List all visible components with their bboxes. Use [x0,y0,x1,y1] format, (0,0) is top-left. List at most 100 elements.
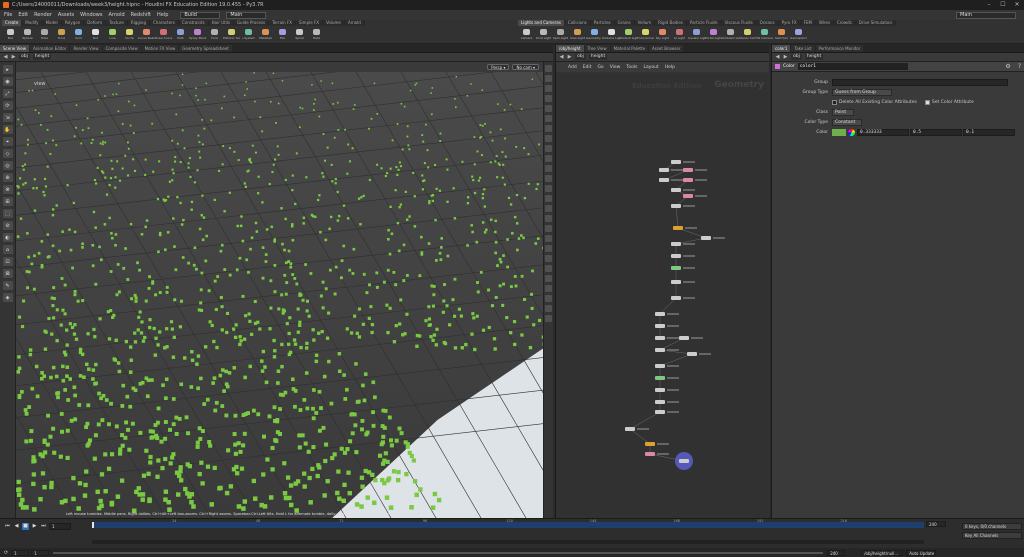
display-option-button[interactable] [545,285,552,292]
menu-arnold[interactable]: Arnold [108,12,124,18]
shelf-left-tool[interactable]: Sphere [19,27,36,44]
shelf-tab[interactable]: Rigging [128,20,150,26]
net-menu-go[interactable]: Go [597,65,603,70]
auto-update-menu[interactable]: Auto Update [906,550,936,556]
display-option-button[interactable] [545,205,552,212]
shelf-tab[interactable]: Vellum [635,20,656,26]
tab-material-palette[interactable]: Material Palette [611,45,648,52]
tab-geometry-spreadsheet[interactable]: Geometry Spreadsheet [179,45,231,52]
current-frame-field[interactable]: 1 [49,523,71,530]
menu-redshift[interactable]: Redshift [131,12,151,18]
path-crumb-obj[interactable]: obj [19,54,30,60]
menu-windows[interactable]: Windows [80,12,102,18]
viewport-tool-button[interactable]: ⤢ [3,89,13,98]
viewport-tool-button[interactable]: ⇲ [3,113,13,122]
shelf-tab[interactable]: Simple FX [296,20,323,26]
range-end-field[interactable]: 240 [827,550,845,556]
camera-menu[interactable]: No cam ▾ [512,64,539,70]
display-option-button[interactable] [545,225,552,232]
color-g-field[interactable]: 0.5 [910,129,962,136]
shelf-left-tool[interactable]: Torus [53,27,70,44]
shelf-left-tool[interactable]: Line [104,27,121,44]
forward-arrow-icon[interactable]: ▶ [783,55,788,60]
shelf-tab[interactable]: Particle Fluids [687,20,722,26]
shelf-tab[interactable]: Pyro FX [779,20,801,26]
tab-scene-view[interactable]: Scene View [0,45,29,52]
tab-render-view[interactable]: Render View [70,45,101,52]
desktop-dropdown[interactable]: Main [226,12,266,19]
shelf-right-tool[interactable]: Volume Light [603,27,620,44]
range-track[interactable] [53,552,823,554]
color-r-field[interactable]: 0.333333 [857,129,909,136]
net-menu-help[interactable]: Help [665,65,675,70]
viewport-tool-button[interactable]: ⊘ [3,221,13,230]
viewport-tool-button[interactable]: ▸ [3,65,13,74]
gear-icon[interactable]: ⚙ [1005,63,1010,70]
first-frame-icon[interactable]: ⏮ [4,523,11,530]
tab-color1[interactable]: color1 [772,45,790,52]
shelf-left-tool[interactable]: Helix [308,27,325,44]
shelf-tab[interactable]: Lights and Cameras [518,20,565,26]
shelf-right-tool[interactable]: Sky Light [654,27,671,44]
shelf-tab[interactable]: Terrain FX [269,20,296,26]
shelf-left-tool[interactable]: Draw Curve [155,27,172,44]
forward-arrow-icon[interactable]: ▶ [567,55,572,60]
shelf-right-tool[interactable]: Area Light [569,27,586,44]
persp-menu[interactable]: Persp ▾ [487,64,509,70]
display-option-button[interactable] [545,255,552,262]
menu-assets[interactable]: Assets [58,12,74,18]
group-field[interactable] [832,79,1008,86]
display-option-button[interactable] [545,195,552,202]
viewport-tool-button[interactable]: ◐ [3,233,13,242]
menu-file[interactable]: File [4,12,12,18]
shelf-right-tool[interactable]: Portal Light [705,27,722,44]
group-type-menu[interactable]: Guess from Group [832,89,892,96]
shelf-right-tool[interactable]: Stereo Camera [739,27,756,44]
shelf-left-tool[interactable]: Platonic Solids [223,27,240,44]
shelf-tab[interactable]: Characters [150,20,179,26]
menu-help[interactable]: Help [157,12,168,18]
shelf-tab[interactable]: Hair Utils [209,20,234,26]
back-arrow-icon[interactable]: ◀ [3,55,8,60]
path-crumb-height[interactable]: height [33,54,51,60]
display-option-button[interactable] [545,95,552,102]
color-type-menu[interactable]: Constant [832,119,862,126]
shelf-tab[interactable]: Arnold [345,20,365,26]
net-menu-view[interactable]: View [610,65,621,70]
back-arrow-icon[interactable]: ◀ [559,55,564,60]
shelf-left-tool[interactable]: File [274,27,291,44]
display-option-button[interactable] [545,275,552,282]
shelf-left-tool[interactable]: Spiral [291,27,308,44]
display-option-button[interactable] [545,155,552,162]
net-menu-edit[interactable]: Edit [583,65,592,70]
help-icon[interactable]: ? [1018,63,1021,70]
delete-attrs-checkbox[interactable] [832,100,837,105]
play-icon[interactable]: ▶ [31,523,38,530]
shelf-tab[interactable]: Model [43,20,62,26]
shelf-right-tool[interactable]: Point Light [535,27,552,44]
shelf-tab[interactable]: Polygon [62,20,85,26]
viewport-tool-button[interactable]: ⌂ [3,245,13,254]
tab-tree-view[interactable]: Tree View [585,45,610,52]
viewport-tool-button[interactable]: ⬚ [3,209,13,218]
display-option-button[interactable] [545,295,552,302]
start-frame-field[interactable]: 1 [11,550,29,556]
path-status-field[interactable]: /obj/height/null... [861,550,903,556]
color-b-field[interactable]: 0.1 [963,129,1015,136]
shelf-right-tool[interactable]: Ambient Light [722,27,739,44]
viewport-tool-button[interactable]: ◇ [3,149,13,158]
display-option-button[interactable] [545,315,552,322]
display-option-button[interactable] [545,65,552,72]
display-option-button[interactable] [545,75,552,82]
shelf-right-tool[interactable]: Environment Light [637,27,654,44]
display-option-button[interactable] [545,85,552,92]
realtime-icon[interactable]: ⟳ [4,550,8,556]
display-option-button[interactable] [545,175,552,182]
shelf-right-tool[interactable]: Caustic Light [688,27,705,44]
shelf-left-tool[interactable]: Metaball [257,27,274,44]
stop-icon[interactable]: ■ [22,523,29,530]
shelf-right-tool[interactable]: Distant Light [620,27,637,44]
shelf-left-tool[interactable]: Circle [121,27,138,44]
viewport-tool-button[interactable]: ◈ [3,293,13,302]
network-canvas[interactable]: Education Edition Geometry [556,74,770,518]
